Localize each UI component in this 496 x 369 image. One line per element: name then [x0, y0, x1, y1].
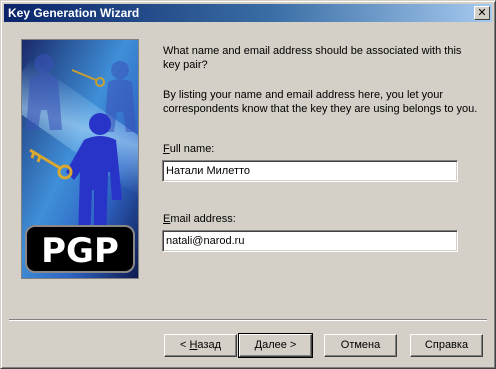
fullname-input[interactable] — [162, 160, 458, 182]
divider — [9, 319, 487, 321]
title-bar[interactable]: Key Generation Wizard ✕ — [4, 4, 492, 22]
next-button[interactable]: Далее > — [238, 333, 313, 358]
fullname-label: Full name: — [163, 142, 214, 156]
pgp-logo-text: PGP — [41, 231, 119, 271]
close-button[interactable]: ✕ — [474, 6, 490, 20]
close-icon: ✕ — [477, 6, 487, 19]
back-button-rest: азад — [197, 339, 221, 351]
back-button[interactable]: < Назад — [164, 334, 237, 357]
window-title: Key Generation Wizard — [8, 6, 140, 20]
help-button[interactable]: Справка — [410, 334, 483, 357]
fullname-label-rest: ull name: — [169, 143, 215, 155]
key-generation-wizard-dialog: Key Generation Wizard ✕ PGP What name an… — [0, 0, 496, 369]
hint-text: By listing your name and email address h… — [163, 89, 478, 115]
cancel-button[interactable]: Отмена — [324, 334, 397, 357]
email-input[interactable] — [162, 230, 458, 252]
email-label: Email address: — [163, 212, 236, 226]
email-label-rest: mail address: — [170, 213, 236, 225]
prompt-text: What name and email address should be as… — [163, 45, 462, 71]
fullname-label-mnemonic: F — [163, 143, 170, 155]
pgp-wizard-illustration-icon: PGP — [22, 40, 138, 278]
wizard-illustration: PGP — [21, 39, 139, 279]
